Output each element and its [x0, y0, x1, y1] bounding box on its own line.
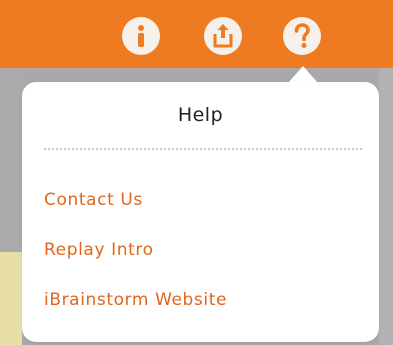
help-button[interactable] [283, 17, 321, 55]
divider [44, 148, 362, 150]
popover-title: Help [177, 104, 224, 126]
top-toolbar [0, 0, 393, 68]
help-popover: Help Contact Us Replay Intro iBrainstorm… [22, 82, 379, 342]
info-button[interactable] [122, 17, 160, 55]
contact-us-link[interactable]: Contact Us [44, 190, 143, 210]
popover-arrow [288, 66, 318, 83]
background-panel-right [379, 68, 393, 345]
share-button[interactable] [204, 17, 242, 55]
share-icon [213, 24, 233, 48]
background-note [0, 252, 22, 345]
info-icon [138, 25, 144, 47]
help-icon [294, 23, 310, 48]
replay-intro-link[interactable]: Replay Intro [44, 240, 154, 260]
ibrainstorm-website-link[interactable]: iBrainstorm Website [44, 290, 227, 310]
